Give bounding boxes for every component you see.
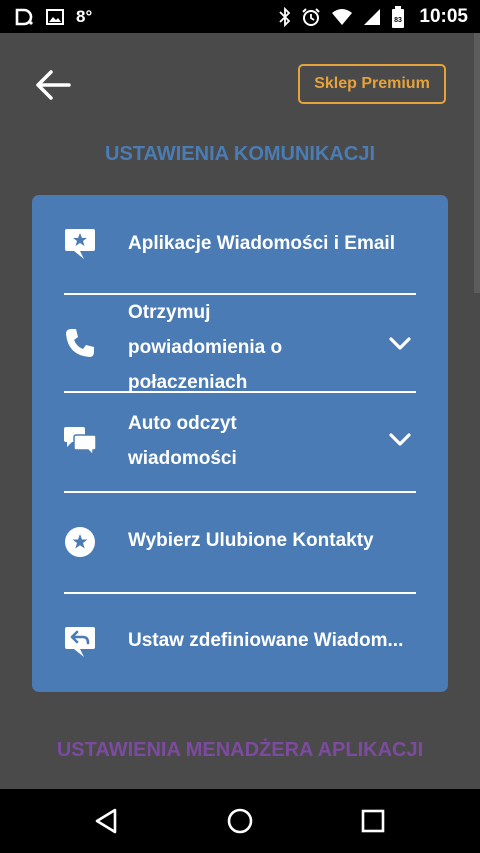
alarm-icon [301,7,321,27]
star-circle-icon [62,524,98,560]
chat-bubbles-icon [62,423,98,459]
status-right: 83 10:05 [279,0,468,33]
message-reply-icon [62,624,98,660]
phone-icon [62,325,98,361]
settings-item-label: Wybierz Ulubione Kontakty [128,530,374,551]
settings-item-favorite-contacts[interactable]: Wybierz Ulubione Kontakty [32,493,448,592]
settings-item-predefined-messages[interactable]: Ustaw zdefiniowane Wiadom... [32,594,448,692]
settings-item-messaging-apps[interactable]: Aplikacje Wiadomości i Email [32,195,448,293]
triangle-back-icon [95,808,117,834]
settings-item-label: Aplikacje Wiadomości i Email [128,233,395,254]
settings-item-call-notifications[interactable]: Otrzymuj powiadomienia o połaczeniach [32,295,448,393]
app-content: Sklep Premium USTAWIENIA KOMUNIKACJI Apl… [0,33,480,789]
navigation-bar [0,789,480,853]
chevron-down-icon[interactable] [388,428,412,452]
clock: 10:05 [419,5,468,27]
status-left: 8° [14,0,92,33]
settings-item-label: Auto odczyt wiadomości [128,413,237,469]
app-manager-settings-title: USTAWIENIA MENADŻERA APLIKACJI [56,739,424,761]
wifi-icon [331,8,353,26]
settings-item-label: Ustaw zdefiniowane Wiadom... [128,630,404,651]
settings-item-label: Otrzymuj powiadomienia o połaczeniach [128,302,283,393]
battery-icon: 83 [391,5,405,28]
square-recents-icon [361,809,385,833]
nav-home-button[interactable] [222,803,258,839]
image-icon [46,8,64,25]
communication-settings-title: USTAWIENIA KOMUNIKACJI [105,143,375,165]
signal-icon [363,8,381,26]
battery-temp: 8° [76,6,93,26]
back-button[interactable] [28,65,78,105]
app-d-icon [14,7,34,27]
nav-recents-button[interactable] [355,803,391,839]
battery-level-text: 83 [394,17,402,24]
circle-home-icon [227,808,253,834]
bluetooth-icon [279,6,291,27]
chevron-down-icon[interactable] [388,332,412,356]
nav-back-button[interactable] [88,803,124,839]
arrow-left-icon [36,70,71,100]
settings-card: Aplikacje Wiadomości i Email Otrzymuj po… [32,195,448,692]
message-star-icon [62,226,98,262]
settings-item-auto-read[interactable]: Auto odczyt wiadomości [32,393,448,491]
status-bar: 8° 83 10:05 [0,0,480,33]
premium-store-button[interactable]: Sklep Premium [298,64,446,104]
